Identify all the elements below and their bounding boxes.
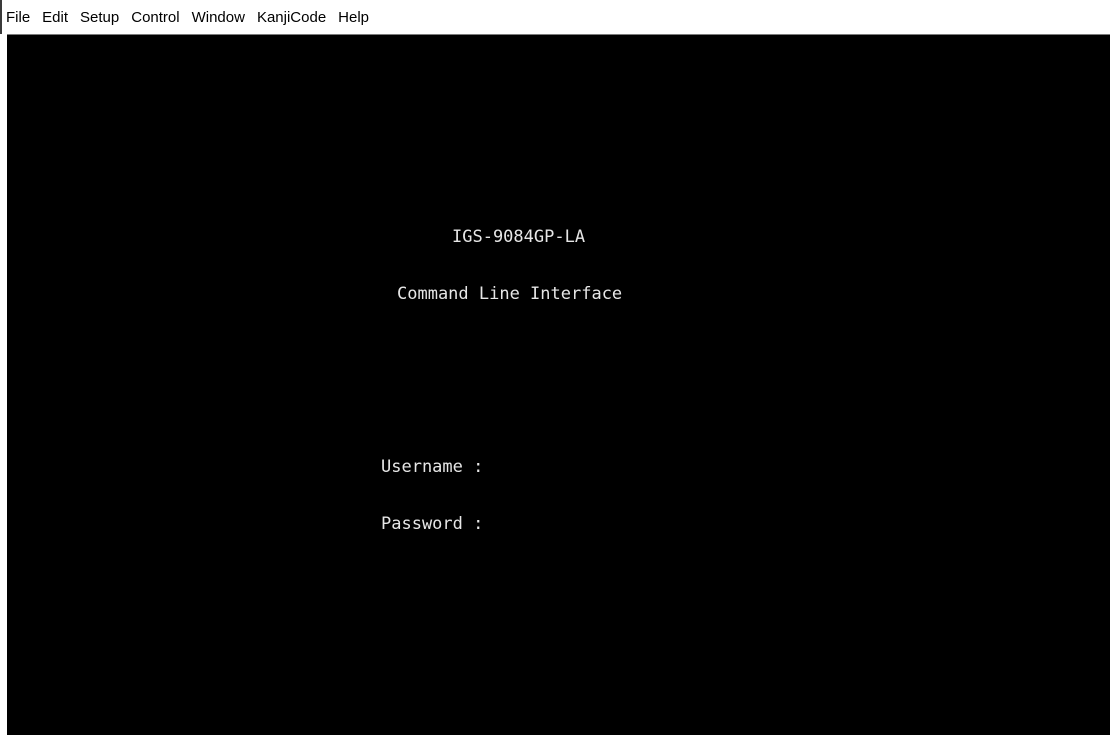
menu-setup[interactable]: Setup [80, 9, 119, 27]
terminal-window: File Edit Setup Control Window KanjiCode… [0, 0, 1110, 735]
menu-bar: File Edit Setup Control Window KanjiCode… [0, 0, 1110, 34]
menu-file[interactable]: File [6, 9, 30, 27]
menu-help[interactable]: Help [338, 9, 369, 27]
menu-edit[interactable]: Edit [42, 9, 68, 27]
username-input[interactable] [527, 457, 827, 477]
menu-kanjicode[interactable]: KanjiCode [257, 9, 326, 27]
cli-subtitle: Command Line Interface [397, 284, 623, 304]
terminal-screen[interactable]: IGS-9084GP-LA Command Line Interface Use… [7, 34, 1110, 735]
username-prompt: Username : [381, 457, 484, 477]
menu-control[interactable]: Control [131, 9, 179, 27]
menu-window[interactable]: Window [192, 9, 245, 27]
device-title: IGS-9084GP-LA [452, 227, 586, 247]
password-prompt: Password : [381, 514, 484, 534]
password-input[interactable] [527, 514, 827, 534]
